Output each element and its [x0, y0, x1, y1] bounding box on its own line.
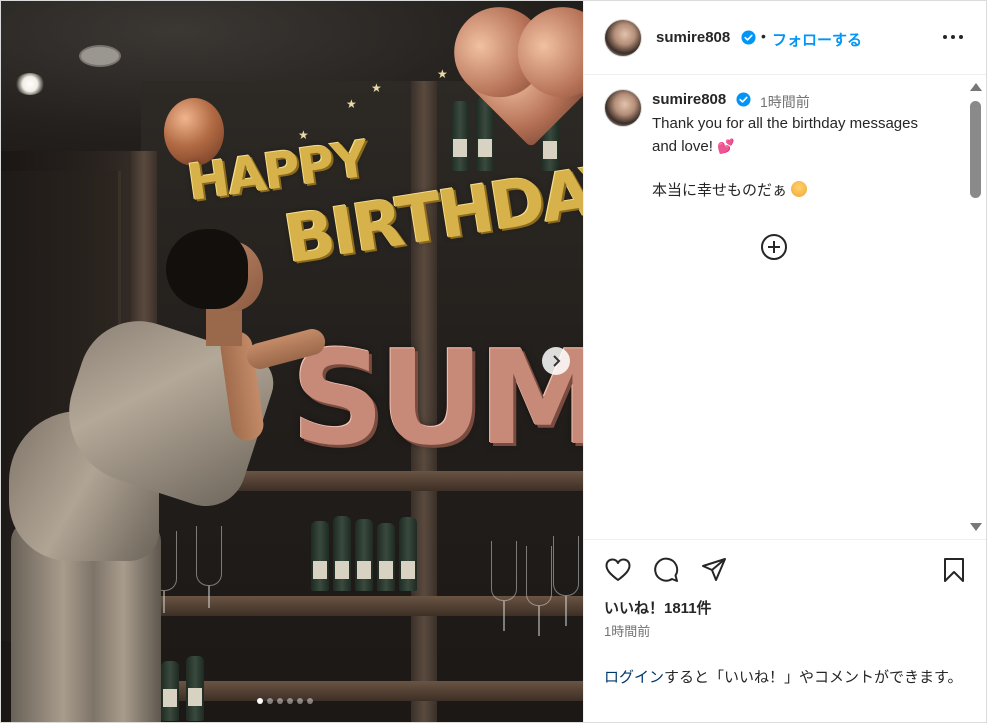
carousel-dots	[257, 698, 313, 704]
add-comment-icon[interactable]	[760, 233, 788, 261]
balloon-sum: SUM	[291, 322, 583, 474]
glass-stem	[538, 606, 540, 636]
caption-line-1: Thank you for all the birthday messages …	[652, 115, 918, 155]
wine-glass	[491, 541, 517, 601]
instagram-embed: ★ ★ ★ ★ ★ HAPPY BIRTHDAY SUM sumire808 •	[0, 0, 987, 723]
post-sidebar: sumire808 • フォローする sumire808 1時間前 Thank …	[583, 1, 986, 722]
wine-bottle	[451, 101, 469, 171]
carousel-dot	[277, 698, 283, 704]
separator-dot: •	[761, 28, 766, 44]
ceiling-light	[15, 73, 45, 95]
post-header: sumire808 • フォローする	[584, 1, 986, 75]
two-hearts-emoji-icon: 💕	[717, 138, 735, 154]
wine-bottle	[399, 517, 417, 591]
star-garland-icon: ★	[346, 97, 357, 111]
verified-icon	[741, 30, 756, 45]
carousel-dot	[307, 698, 313, 704]
woman-hair	[166, 229, 248, 309]
heart-icon[interactable]	[604, 556, 632, 584]
verified-icon	[736, 92, 751, 107]
wine-glass	[526, 546, 552, 606]
glass-stem	[208, 586, 210, 608]
wine-bottle	[311, 521, 329, 591]
wine-bottle	[355, 519, 373, 591]
glass-stem	[565, 596, 567, 626]
carousel-dot	[257, 698, 263, 704]
bookmark-icon[interactable]	[940, 556, 968, 584]
comments-area[interactable]: sumire808 1時間前 Thank you for all the bir…	[584, 76, 986, 538]
caption-text: Thank you for all the birthday messages …	[652, 113, 932, 202]
login-prompt-text: すると「いいね！」やコメントができます。	[664, 669, 963, 686]
post-photo[interactable]: ★ ★ ★ ★ ★ HAPPY BIRTHDAY SUM	[1, 1, 583, 722]
glass-stem	[503, 601, 505, 631]
wine-glass	[196, 526, 222, 586]
scrollbar[interactable]	[965, 76, 985, 538]
wine-glass	[553, 536, 579, 596]
wine-bottle	[377, 523, 395, 591]
caption-time[interactable]: 1時間前	[760, 92, 810, 112]
ceiling-speaker	[79, 45, 121, 67]
carousel-dot	[297, 698, 303, 704]
more-icon[interactable]	[940, 27, 966, 47]
header-username[interactable]: sumire808	[656, 29, 730, 46]
star-garland-icon: ★	[437, 67, 448, 81]
avatar[interactable]	[604, 19, 642, 57]
share-icon[interactable]	[700, 556, 728, 584]
scrollbar-thumb[interactable]	[970, 101, 981, 198]
login-prompt: ログインすると「いいね！」やコメントができます。	[604, 667, 974, 689]
caption-username[interactable]: sumire808	[652, 91, 726, 108]
caption-line-2: 本当に幸せものだぁ	[652, 182, 788, 199]
posted-time[interactable]: 1時間前	[604, 621, 650, 640]
action-bar: いいね！1811件 1時間前 ログインすると「いいね！」やコメントができます。	[584, 539, 986, 722]
carousel-next-button[interactable]	[542, 347, 570, 375]
comment-icon[interactable]	[652, 556, 680, 584]
likes-count[interactable]: いいね！1811件	[604, 597, 712, 618]
scroll-down-arrow-icon[interactable]	[970, 523, 982, 531]
login-link[interactable]: ログイン	[604, 669, 664, 686]
scroll-up-arrow-icon[interactable]	[970, 83, 982, 91]
star-garland-icon: ★	[371, 81, 382, 95]
wine-bottle	[161, 661, 179, 721]
pleading-face-emoji-icon	[791, 181, 808, 197]
follow-button[interactable]: フォローする	[772, 29, 862, 50]
wine-bottle	[186, 656, 204, 721]
carousel-dot	[287, 698, 293, 704]
wine-bottle	[333, 516, 351, 591]
caption-avatar[interactable]	[604, 89, 642, 127]
glass-stem	[163, 591, 165, 613]
chevron-right-icon	[553, 355, 561, 367]
carousel-dot	[267, 698, 273, 704]
shelf	[131, 596, 583, 616]
